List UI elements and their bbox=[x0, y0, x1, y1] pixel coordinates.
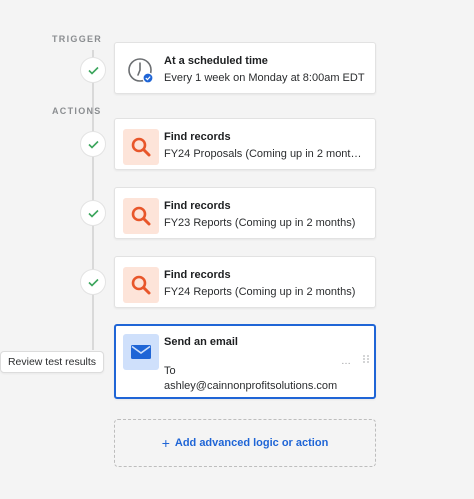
action-3-subtitle: FY24 Reports (Coming up in 2 months) bbox=[164, 286, 356, 298]
action-3-title: Find records bbox=[164, 269, 231, 281]
search-icon bbox=[123, 198, 159, 234]
clock-icon bbox=[123, 53, 159, 89]
email-recipient: To ashley@cainnonprofitsolutions.com bbox=[164, 349, 349, 394]
drag-handle-icon[interactable] bbox=[362, 354, 370, 364]
action-1-subtitle: FY24 Proposals (Coming up in 2 mont… bbox=[164, 148, 362, 160]
send-email-card[interactable]: Send an email To ashley@cainnonprofitsol… bbox=[114, 324, 376, 399]
action-3-check-icon bbox=[80, 269, 106, 295]
action-card-2[interactable]: Find records FY23 Reports (Coming up in … bbox=[114, 187, 376, 239]
action-card-3[interactable]: Find records FY24 Reports (Coming up in … bbox=[114, 256, 376, 308]
add-logic-action-button[interactable]: + Add advanced logic or action bbox=[114, 419, 376, 467]
trigger-check-icon bbox=[80, 57, 106, 83]
action-2-title: Find records bbox=[164, 200, 231, 212]
plus-icon: + bbox=[161, 434, 170, 451]
email-address: ashley@cainnonprofitsolutions.com bbox=[164, 380, 338, 392]
action-2-subtitle: FY23 Reports (Coming up in 2 months) bbox=[164, 217, 356, 229]
actions-section-label: ACTIONS bbox=[52, 106, 102, 116]
trigger-title: At a scheduled time bbox=[164, 55, 268, 67]
review-test-results-button[interactable]: Review test results bbox=[0, 351, 104, 373]
trigger-subtitle: Every 1 week on Monday at 8:00am EDT bbox=[164, 72, 365, 84]
search-icon bbox=[123, 267, 159, 303]
email-title: Send an email bbox=[164, 336, 238, 348]
add-logic-action-label: Add advanced logic or action bbox=[174, 437, 329, 449]
envelope-icon bbox=[123, 334, 159, 370]
email-to-label: To bbox=[164, 365, 176, 377]
trigger-card[interactable]: At a scheduled time Every 1 week on Mond… bbox=[114, 42, 376, 94]
action-card-1[interactable]: Find records FY24 Proposals (Coming up i… bbox=[114, 118, 376, 170]
action-1-title: Find records bbox=[164, 131, 231, 143]
search-icon bbox=[123, 129, 159, 165]
action-1-check-icon bbox=[80, 131, 106, 157]
action-2-check-icon bbox=[80, 200, 106, 226]
more-options-icon[interactable]: … bbox=[341, 356, 351, 367]
trigger-section-label: TRIGGER bbox=[52, 34, 103, 44]
